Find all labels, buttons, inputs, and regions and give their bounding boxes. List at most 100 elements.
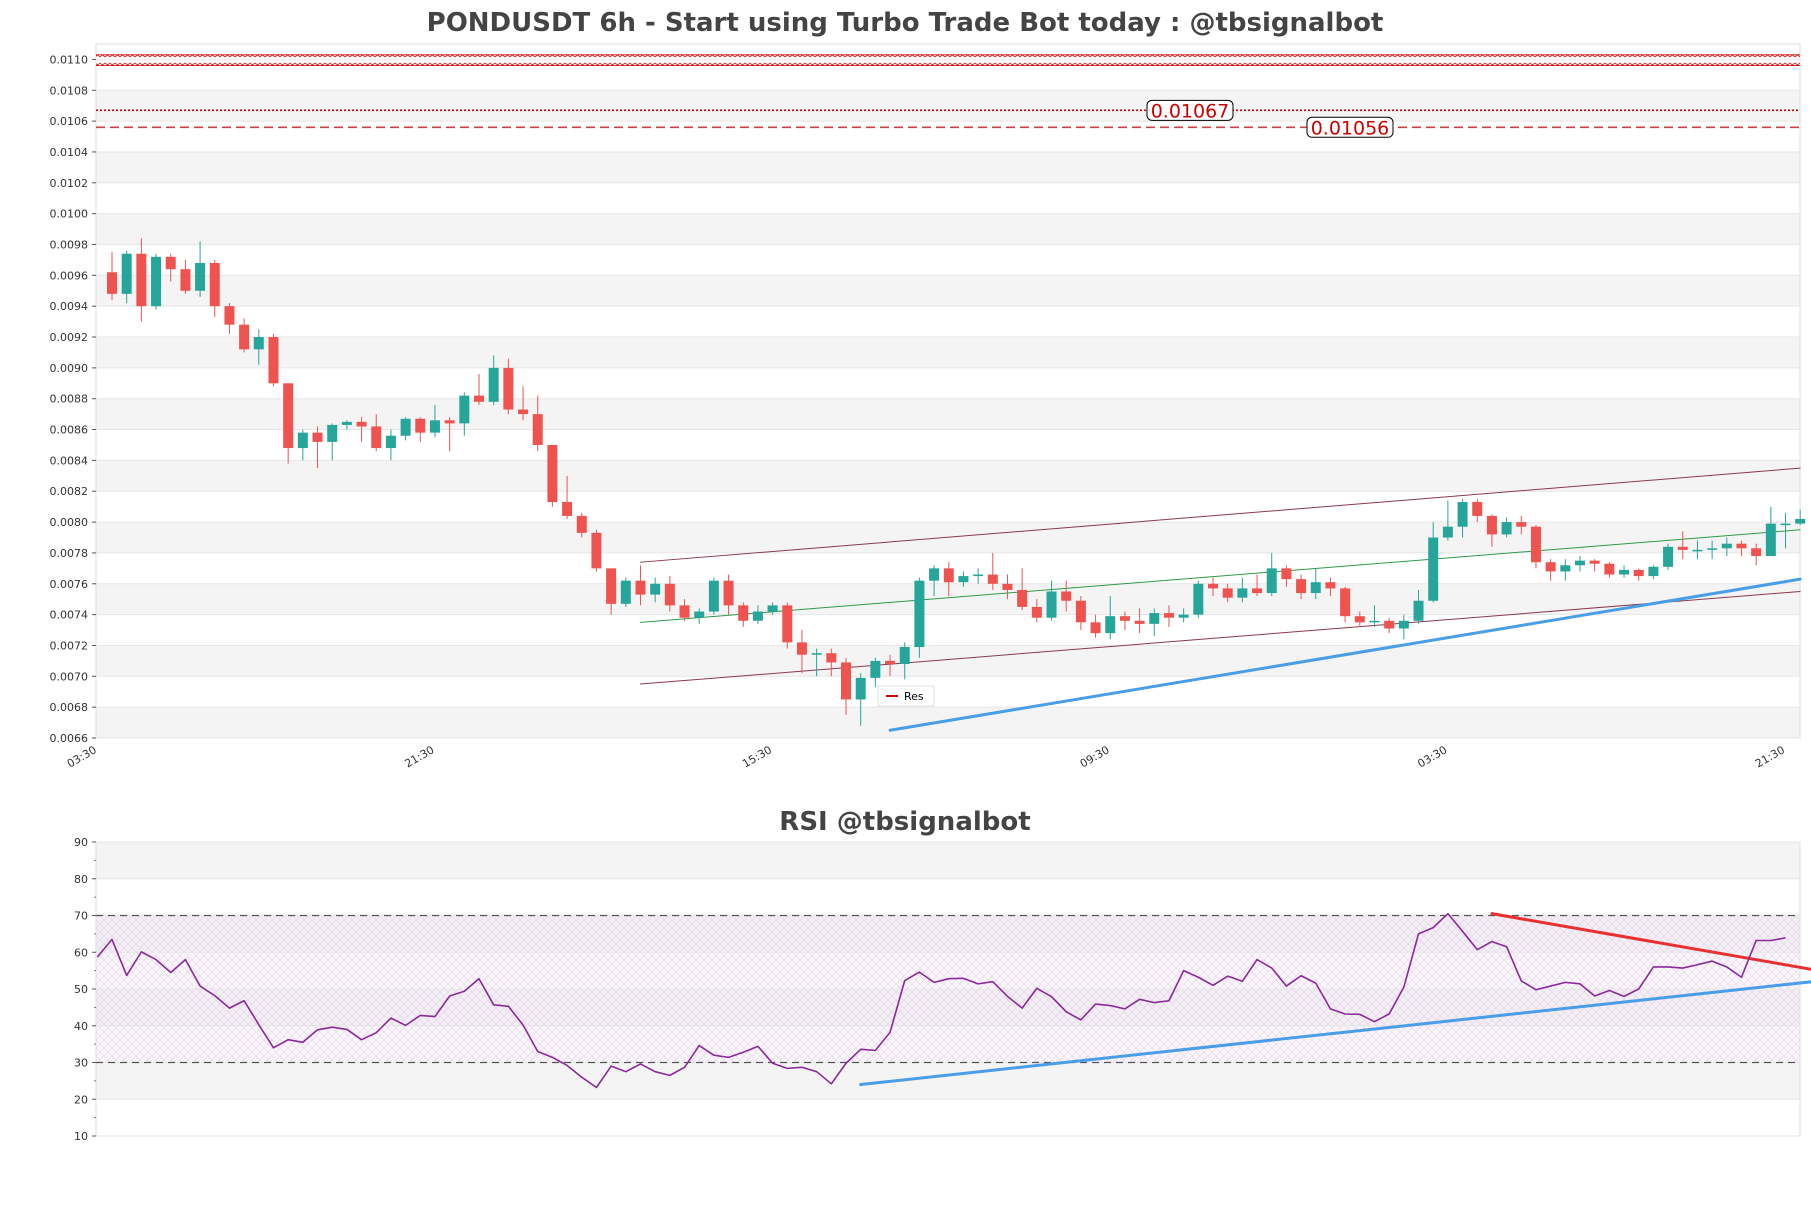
price-axes <box>95 43 1801 739</box>
candle-body <box>1354 616 1365 623</box>
candle-body <box>253 337 264 350</box>
candle <box>738 602 749 627</box>
price-band <box>96 460 1800 492</box>
candle-body <box>899 647 910 664</box>
rsi-y-tick-label: 30 <box>74 1057 88 1070</box>
candle-body <box>1780 523 1791 526</box>
price-y-tick-label: 0.0084 <box>50 454 89 467</box>
candle <box>209 259 220 317</box>
candle <box>415 417 426 442</box>
candle-body <box>1721 543 1732 549</box>
candle-body <box>459 395 470 424</box>
price-y-tick-label: 0.0090 <box>50 362 89 375</box>
candle-body <box>547 444 558 503</box>
price-band <box>96 707 1800 738</box>
candle-body <box>1002 583 1013 590</box>
candle-body <box>1061 591 1072 601</box>
candle-body <box>1692 549 1703 552</box>
candle-body <box>121 253 132 294</box>
rsi-y-tick-label: 40 <box>74 1020 88 1033</box>
candle <box>1619 565 1630 578</box>
candle <box>914 577 925 658</box>
price-band <box>96 213 1800 245</box>
candle-body <box>239 324 250 350</box>
candle-body <box>811 653 822 655</box>
candle <box>1795 509 1806 526</box>
candle-body <box>1178 614 1189 618</box>
candle-body <box>1663 546 1674 567</box>
candle-body <box>224 306 235 325</box>
price-bands <box>96 90 1800 738</box>
candle-body <box>488 367 499 402</box>
candle-body <box>1604 563 1615 575</box>
candle-body <box>268 337 279 384</box>
candle-body <box>1472 502 1483 516</box>
candle <box>1075 596 1086 631</box>
rsi-bands <box>96 842 1800 1100</box>
price-x-tick-label: 09:30 <box>1078 743 1112 770</box>
price-band <box>96 151 1800 183</box>
legend: Res <box>877 685 935 707</box>
price-band <box>96 645 1800 677</box>
candle-body <box>1090 622 1101 634</box>
candle-body <box>929 568 940 581</box>
candle-body <box>1252 588 1263 594</box>
candle-body <box>973 574 984 577</box>
candle-body <box>1149 613 1160 624</box>
candle-body <box>1530 526 1541 563</box>
candle <box>591 529 602 572</box>
candle <box>1384 617 1395 634</box>
candle <box>1648 565 1659 580</box>
candle <box>973 568 984 584</box>
rsi-y-tick-label: 80 <box>74 873 88 886</box>
candle <box>1340 586 1351 623</box>
candle-body <box>195 262 206 291</box>
candle-body <box>1340 588 1351 617</box>
candle <box>195 241 206 297</box>
candle-body <box>532 414 543 445</box>
candle-body <box>606 568 617 604</box>
chart-figure: PONDUSDT 6h - Start using Turbo Trade Bo… <box>0 0 1811 1208</box>
candle <box>708 577 719 615</box>
price-x-tick-label: 15:30 <box>740 743 774 770</box>
candle-body <box>312 432 323 442</box>
candle <box>870 657 881 688</box>
price-y-tick-label: 0.0086 <box>50 424 89 437</box>
candle-body <box>1325 582 1336 589</box>
candle-body <box>1031 606 1042 618</box>
rsi-y-tick-label: 70 <box>74 910 88 923</box>
rsi-y-tick-label: 90 <box>74 836 88 849</box>
candle-body <box>1119 616 1130 621</box>
candle-body <box>444 420 455 424</box>
price-y-tick-label: 0.0078 <box>50 547 89 560</box>
candle-body <box>591 532 602 569</box>
candle-body <box>341 421 352 425</box>
candle-body <box>1677 546 1688 550</box>
candle-body <box>752 611 763 621</box>
candle-body <box>356 421 367 427</box>
price-level-label: 0.01067 <box>1151 100 1230 122</box>
candle-body <box>1237 588 1248 598</box>
candle-body <box>1707 548 1718 550</box>
candle <box>385 429 396 461</box>
candle <box>151 253 162 310</box>
resistance-band <box>96 54 1800 66</box>
rsi-y-tick-label: 60 <box>74 946 88 959</box>
price-band <box>96 275 1800 307</box>
candle <box>620 577 631 607</box>
candle-body <box>1222 588 1233 598</box>
price-y-tick-label: 0.0092 <box>50 331 89 344</box>
candle-body <box>1369 620 1380 623</box>
candle-body <box>1296 579 1307 594</box>
rsi-y-tick-label: 10 <box>74 1130 88 1143</box>
candle-body <box>107 272 117 294</box>
price-y-tick-label: 0.0076 <box>50 578 89 591</box>
candle-body <box>1516 522 1527 527</box>
candle <box>474 374 484 405</box>
price-y-tick-label: 0.0102 <box>50 177 89 190</box>
price-chart-title: PONDUSDT 6h - Start using Turbo Trade Bo… <box>427 8 1384 38</box>
candle-body <box>1310 582 1321 594</box>
candle-body <box>1384 620 1395 629</box>
candle <box>1633 568 1644 581</box>
price-y-tick-label: 0.0080 <box>50 516 89 529</box>
